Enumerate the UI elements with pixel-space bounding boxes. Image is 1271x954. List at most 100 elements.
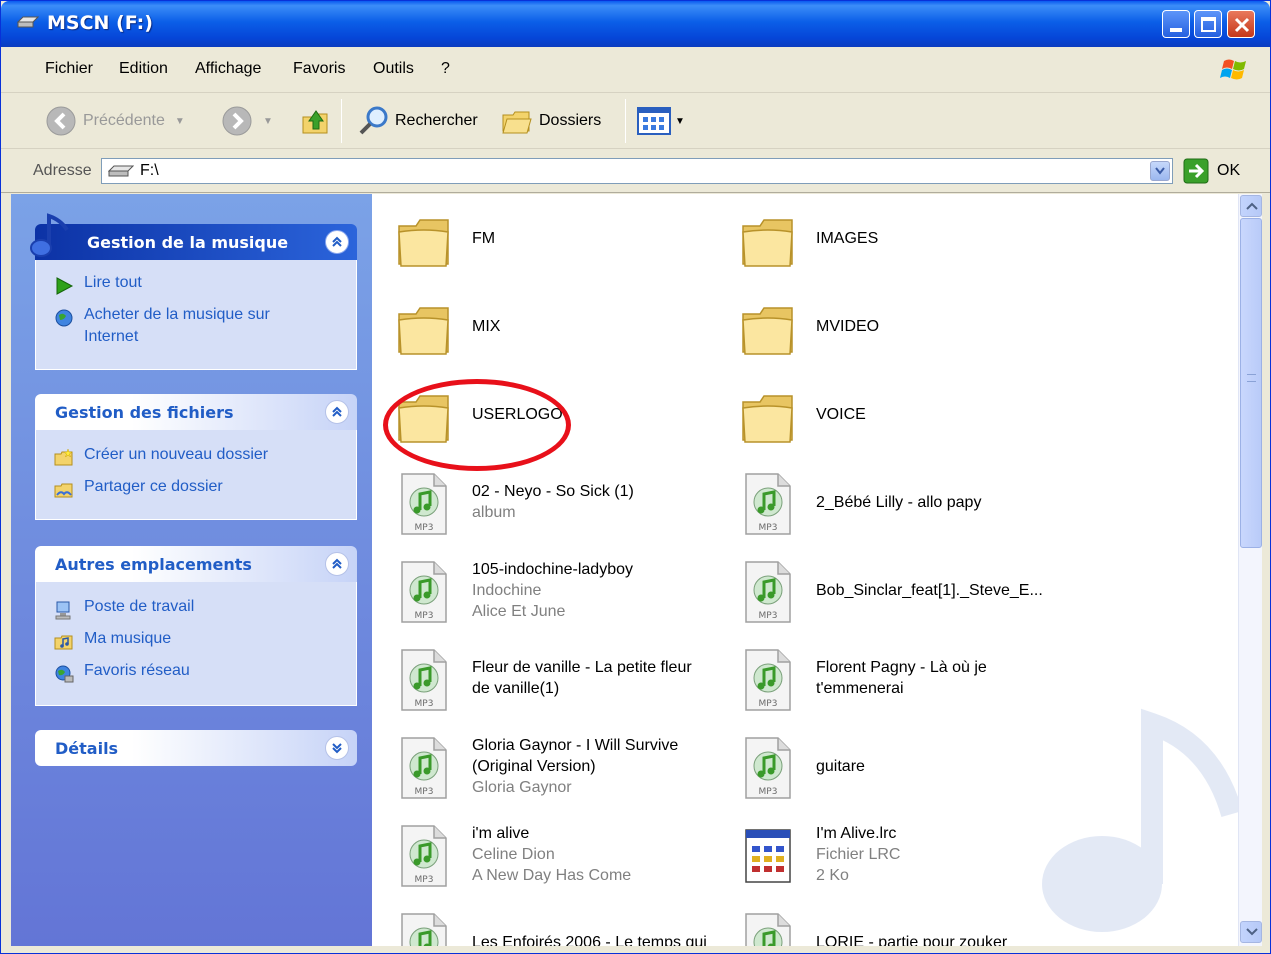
toolbar-separator xyxy=(341,99,342,143)
task-new-folder[interactable]: Créer un nouveau dossier xyxy=(36,446,356,478)
place-my-music[interactable]: Ma musique xyxy=(36,630,356,662)
file-name: MIX xyxy=(472,317,501,335)
file-name: Bob_Sinclar_feat[1]._Steve_E... xyxy=(816,581,1043,599)
collapse-button[interactable] xyxy=(325,552,349,576)
expand-button[interactable] xyxy=(325,736,349,760)
close-icon xyxy=(1234,17,1250,33)
menu-fichier[interactable]: Fichier xyxy=(45,60,93,78)
task-play-all[interactable]: Lire tout xyxy=(36,274,356,306)
music-tasks-body: Lire tout Acheter de la musique sur Inte… xyxy=(35,260,357,370)
toolbar: Précédente ▼ ▼ Rechercher Dossiers ▼ xyxy=(1,93,1270,149)
back-dropdown-icon[interactable]: ▼ xyxy=(175,116,185,127)
file-item[interactable]: MP3 Bob_Sinclar_feat[1]._Steve_E... xyxy=(718,552,1048,632)
lrc-file-icon xyxy=(740,824,796,888)
menu-affichage[interactable]: Affichage xyxy=(195,60,261,78)
file-item[interactable]: MP3 guitare xyxy=(718,728,1048,808)
menu-help[interactable]: ? xyxy=(441,60,450,78)
other-places-header[interactable]: Autres emplacements xyxy=(35,546,357,582)
music-tasks-header[interactable]: Gestion de la musique xyxy=(30,213,357,260)
scroll-up-button[interactable] xyxy=(1240,195,1262,217)
forward-dropdown-icon[interactable]: ▼ xyxy=(263,116,273,127)
details-panel: Détails xyxy=(35,730,357,766)
task-buy-music[interactable]: Acheter de la musique sur xyxy=(36,306,356,328)
file-item[interactable]: MP3 i'm alive Celine Dion A New Day Has Com… xyxy=(374,816,704,896)
file-item[interactable]: MP3 2_Bébé Lilly - allo papy xyxy=(718,464,1048,544)
menu-edition[interactable]: Edition xyxy=(119,60,168,78)
highlight-circle xyxy=(383,379,571,471)
place-network[interactable]: Favoris réseau xyxy=(36,662,356,694)
file-item[interactable]: MP3 02 - Neyo - So Sick (1) album xyxy=(374,464,704,544)
file-name: Florent Pagny - Là où je xyxy=(816,659,987,676)
chevron-up-icon xyxy=(332,406,342,417)
file-name: 2_Bébé Lilly - allo papy xyxy=(816,493,982,511)
go-button[interactable]: OK xyxy=(1183,158,1240,184)
file-item[interactable]: MP3 Gloria Gaynor - I Will Survive (Origin… xyxy=(374,728,704,808)
file-name: LORIE - partie pour zouker xyxy=(816,933,1008,947)
place-my-computer[interactable]: Poste de travail xyxy=(36,598,356,630)
views-button[interactable]: ▼ xyxy=(637,105,685,137)
folder-item[interactable]: IMAGES xyxy=(718,200,1048,280)
back-arrow-icon xyxy=(46,106,76,136)
mp3-label: MP3 xyxy=(415,523,434,533)
file-name: IMAGES xyxy=(816,229,879,247)
file-item[interactable]: MP3 LORIE - partie pour zouker xyxy=(718,904,1048,946)
mp3-file-icon: MP3 xyxy=(740,472,796,536)
views-dropdown-icon[interactable]: ▼ xyxy=(675,116,685,127)
folder-item[interactable]: FM xyxy=(374,200,704,280)
search-label: Rechercher xyxy=(395,112,478,129)
folder-item[interactable]: MIX xyxy=(374,288,704,368)
forward-arrow-icon xyxy=(222,106,252,136)
mp3-label: MP3 xyxy=(759,787,778,797)
details-header[interactable]: Détails xyxy=(35,730,357,766)
menu-outils[interactable]: Outils xyxy=(373,60,414,78)
place-label: Ma musique xyxy=(84,630,172,647)
mp3-label: MP3 xyxy=(415,787,434,797)
file-name-cont: (Original Version) xyxy=(472,757,596,775)
place-label: Poste de travail xyxy=(84,598,195,615)
scroll-thumb[interactable] xyxy=(1240,218,1262,548)
file-name: 02 - Neyo - So Sick (1) xyxy=(472,483,634,500)
address-input[interactable]: F:\ xyxy=(101,158,1173,184)
task-label: Internet xyxy=(84,328,139,345)
file-item[interactable]: I'm Alive.lrc Fichier LRC 2 Ko xyxy=(718,816,1048,896)
scroll-down-button[interactable] xyxy=(1240,921,1262,943)
vertical-scrollbar[interactable] xyxy=(1238,194,1262,946)
forward-button[interactable]: ▼ xyxy=(221,105,273,137)
task-buy-music-cont[interactable]: Internet xyxy=(36,328,356,350)
drive-icon xyxy=(108,165,134,177)
folders-button[interactable]: Dossiers xyxy=(501,105,601,137)
task-share-folder[interactable]: Partager ce dossier xyxy=(36,478,356,510)
file-item[interactable]: MP3 Florent Pagny - Là où je t'emmenerai xyxy=(718,640,1048,720)
folder-item[interactable]: MVIDEO xyxy=(718,288,1048,368)
minimize-button[interactable] xyxy=(1162,10,1190,38)
collapse-button[interactable] xyxy=(325,230,349,254)
title-bar[interactable]: MSCN (F:) xyxy=(1,1,1270,47)
place-label: Favoris réseau xyxy=(84,662,190,679)
collapse-button[interactable] xyxy=(325,400,349,424)
folder-item[interactable]: VOICE xyxy=(718,376,1048,456)
up-folder-button[interactable] xyxy=(299,105,331,137)
maximize-button[interactable] xyxy=(1194,10,1222,38)
search-button[interactable]: Rechercher xyxy=(357,105,478,137)
back-button[interactable]: Précédente ▼ xyxy=(45,105,185,137)
file-detail: album xyxy=(472,504,516,521)
mp3-label: MP3 xyxy=(415,611,434,621)
mp3-file-icon: MP3 xyxy=(396,648,452,712)
file-tasks-header[interactable]: Gestion des fichiers xyxy=(35,394,357,430)
file-name: I'm Alive.lrc xyxy=(816,824,897,842)
drive-icon xyxy=(17,16,39,28)
file-item[interactable]: MP3 Les Enfoirés 2006 - Le temps qui xyxy=(374,904,707,946)
file-name: MVIDEO xyxy=(816,317,880,335)
network-icon xyxy=(55,665,74,683)
close-button[interactable] xyxy=(1227,10,1255,38)
file-item[interactable]: MP3 Fleur de vanille - La petite fleur de … xyxy=(374,640,704,720)
share-folder-icon xyxy=(54,483,73,498)
address-dropdown-button[interactable] xyxy=(1150,161,1170,181)
arrow-up-icon xyxy=(1246,202,1258,210)
address-label: Adresse xyxy=(33,162,92,179)
file-item[interactable]: MP3 105-indochine-ladyboy Indochine Alice E… xyxy=(374,552,704,632)
folder-icon xyxy=(396,208,452,272)
folder-icon xyxy=(740,296,796,360)
file-detail: Celine Dion xyxy=(472,845,555,863)
menu-favoris[interactable]: Favoris xyxy=(293,60,345,78)
